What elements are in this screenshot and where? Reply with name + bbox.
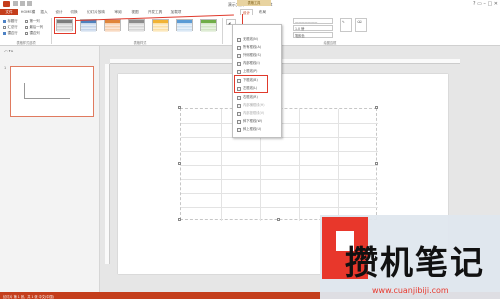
tab-insert[interactable]: 插入 — [37, 9, 51, 15]
checkbox-header-row[interactable]: 标题行 — [3, 18, 18, 23]
table-style-swatch-orange[interactable] — [104, 19, 121, 32]
save-icon[interactable] — [13, 1, 18, 6]
resize-handle[interactable] — [178, 218, 181, 221]
pen-color-select[interactable]: 笔颜色 — [293, 32, 333, 38]
tab-home[interactable]: HOME模 — [20, 9, 36, 15]
title-bar: 演示文稿1 - PowerPoint 表格工具 ? ▭ – □ ✕ — [0, 0, 500, 8]
resize-handle[interactable] — [375, 106, 378, 109]
menu-item-inside-horizontal: 内部横框线(H) — [236, 102, 281, 109]
slide-number: 1 — [4, 66, 7, 70]
checkbox-last-column[interactable]: 最后一列 — [25, 24, 43, 29]
table-style-swatch-green[interactable] — [200, 19, 217, 32]
menu-item-inside-borders[interactable]: 内部框线(I) — [236, 60, 281, 67]
watermark-title: 攒机笔记 — [345, 243, 485, 282]
menu-item-diagonal-up[interactable]: 斜上框线(U) — [236, 126, 281, 133]
diagonal-up-icon — [237, 127, 241, 132]
ribbon-separator — [51, 18, 52, 44]
redo-icon[interactable] — [27, 1, 32, 6]
selected-style-highlight — [54, 17, 76, 34]
tab-design[interactable]: 设计 — [52, 9, 66, 15]
top-border-icon — [237, 69, 241, 74]
group-label-style-options: 表格样式选项 — [16, 41, 36, 45]
tab-developer[interactable]: 开发工具 — [145, 9, 165, 15]
right-border-icon — [237, 95, 241, 100]
diagonal-down-icon — [237, 119, 241, 124]
menu-item-inside-vertical: 内部竖框线(V) — [236, 110, 281, 117]
table-style-swatch-blue[interactable] — [80, 19, 97, 32]
context-tab-group-label: 表格工具 — [237, 0, 271, 6]
menu-item-outside-borders[interactable]: 外侧框线(S) — [236, 52, 281, 59]
table-style-swatch-gray[interactable] — [128, 19, 145, 32]
horizontal-ruler — [110, 59, 460, 64]
thumbnail-line — [24, 83, 25, 98]
thumbnail-line — [24, 98, 70, 99]
powerpoint-app-icon — [3, 1, 10, 7]
powerpoint-window: 演示文稿1 - PowerPoint 表格工具 ? ▭ – □ ✕ 文件 HOM… — [0, 0, 500, 299]
draw-table-button[interactable]: ✎ — [340, 18, 352, 32]
tab-review[interactable]: 审阅 — [111, 9, 125, 15]
table-style-swatch-lightblue[interactable] — [176, 19, 193, 32]
pen-weight-select[interactable]: 1.0 磅 — [293, 25, 333, 31]
tab-addins[interactable]: 加载项 — [168, 9, 184, 15]
menu-selection-highlight — [234, 75, 268, 93]
menu-item-no-border[interactable]: 无框线(N) — [236, 36, 281, 43]
quick-access-toolbar — [13, 1, 43, 7]
checkbox-banded-columns[interactable]: 镶边列 — [25, 30, 40, 35]
no-border-icon — [237, 37, 241, 42]
resize-handle[interactable] — [178, 162, 181, 165]
status-text: 幻灯片 第 1 张，共 1 张 中文(中国) — [3, 294, 54, 299]
inside-horizontal-icon — [237, 103, 241, 108]
outside-borders-icon — [237, 53, 241, 58]
slide-thumbnail[interactable] — [10, 66, 94, 117]
menu-item-diagonal-down[interactable]: 斜下框线(W) — [236, 118, 281, 125]
resize-handle[interactable] — [277, 218, 280, 221]
tab-table-layout[interactable]: 布局 — [256, 9, 269, 15]
group-label-draw-borders: 绘图边框 — [323, 41, 337, 45]
menu-item-all-borders[interactable]: 所有框线(A) — [236, 44, 281, 51]
table-style-swatch-gold[interactable] — [152, 19, 169, 32]
ribbon-tabs: 文件 HOME模 插入 设计 切换 幻灯片放映 审阅 视图 开发工具 加载项 设… — [0, 8, 500, 24]
all-borders-icon — [237, 45, 241, 50]
window-controls[interactable]: ? ▭ – □ ✕ — [472, 1, 498, 7]
eraser-button[interactable]: ⌫ — [355, 18, 367, 32]
inside-borders-icon — [237, 61, 241, 66]
checkbox-total-row[interactable]: 汇总行 — [3, 24, 18, 29]
checkbox-banded-rows[interactable]: 镶边行 — [3, 30, 18, 35]
watermark-url: www.cuanjibiji.com — [372, 286, 449, 295]
tab-file[interactable]: 文件 — [0, 9, 18, 15]
inside-vertical-icon — [237, 111, 241, 116]
resize-handle[interactable] — [375, 162, 378, 165]
ribbon-separator — [222, 18, 223, 44]
panel-toolbar: ⤺ ▾ ▸ — [4, 49, 14, 53]
pen-style-select[interactable]: ——————— — [293, 18, 333, 24]
vertical-ruler — [105, 64, 110, 264]
tab-transitions[interactable]: 切换 — [67, 9, 81, 15]
tab-slideshow[interactable]: 幻灯片放映 — [84, 9, 108, 15]
undo-icon[interactable] — [20, 1, 25, 6]
tab-view[interactable]: 视图 — [128, 9, 142, 15]
checkbox-first-column[interactable]: 第一列 — [25, 18, 40, 23]
resize-handle[interactable] — [178, 106, 181, 109]
menu-item-top-border[interactable]: 上框线(P) — [236, 68, 281, 75]
group-label-table-styles: 表格样式 — [133, 41, 147, 45]
menu-item-right-border[interactable]: 右框线(R) — [236, 94, 281, 101]
